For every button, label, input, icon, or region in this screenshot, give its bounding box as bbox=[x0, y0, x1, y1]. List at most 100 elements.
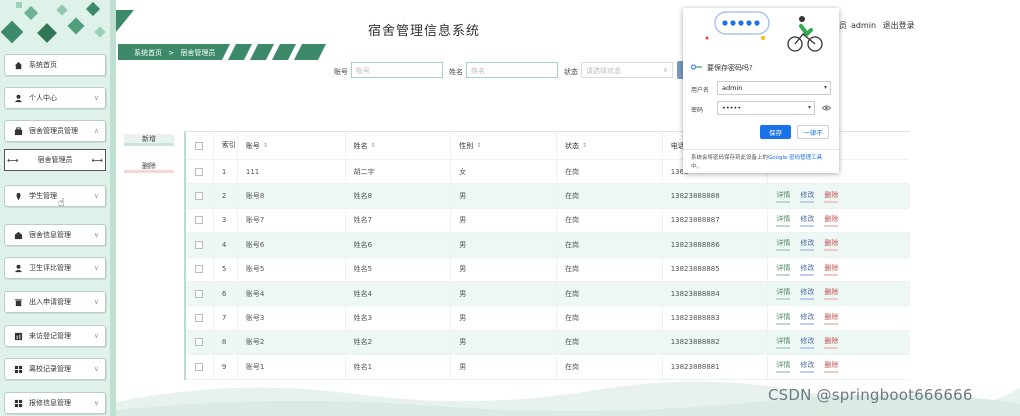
password-illustration bbox=[683, 8, 839, 54]
view-button[interactable]: 详情 bbox=[776, 238, 791, 252]
sidebar-item-home[interactable]: 系统首页 bbox=[4, 54, 106, 76]
logout-link[interactable]: 退出登录 bbox=[883, 21, 915, 30]
cell-phone: 13823888888 bbox=[663, 184, 769, 208]
sidebar-item-students[interactable]: 学生管理 ∨ bbox=[4, 185, 106, 207]
edit-button[interactable]: 修改 bbox=[800, 287, 815, 301]
edit-button[interactable]: 修改 bbox=[800, 214, 815, 227]
eye-icon[interactable] bbox=[821, 104, 832, 113]
popup-password-value: ••••• bbox=[722, 104, 742, 112]
briefcase-icon bbox=[13, 126, 23, 136]
cell-sex: 男 bbox=[451, 257, 557, 281]
cell-status: 在岗 bbox=[557, 281, 663, 306]
delete-row-button[interactable]: 删除 bbox=[824, 263, 839, 276]
sidebar-item-dorm-info[interactable]: 宿舍信息管理 ∨ bbox=[4, 224, 106, 246]
google-password-manager-link[interactable]: Google 密码管理工具 bbox=[768, 155, 822, 161]
view-button[interactable]: 详情 bbox=[776, 287, 791, 301]
sidebar-item-hygiene[interactable]: 卫生评比管理 ∨ bbox=[4, 257, 106, 279]
cell-name: 姓名5 bbox=[346, 257, 452, 281]
cell-status: 在岗 bbox=[557, 330, 663, 355]
select-all-checkbox[interactable] bbox=[186, 132, 214, 159]
search-account-input[interactable]: 账号 bbox=[351, 62, 443, 78]
cell-status: 在岗 bbox=[557, 184, 663, 208]
popup-password-label: 密码 bbox=[691, 107, 704, 114]
add-button[interactable]: 新增 bbox=[124, 134, 174, 146]
sidebar-item-label: 离校记录管理 bbox=[29, 365, 71, 373]
sidebar-subitem-dorm-admin[interactable]: ⟷ 宿舍管理员 ⟷ bbox=[4, 149, 106, 171]
edit-button[interactable]: 修改 bbox=[800, 238, 815, 252]
cell-status: 在岗 bbox=[557, 257, 663, 281]
sidebar-item-access-request[interactable]: 出入申请管理 ∨ bbox=[4, 291, 106, 313]
popup-username-field[interactable]: admin ▾ bbox=[717, 81, 831, 95]
search-name-input[interactable]: 姓名 bbox=[466, 62, 558, 78]
row-checkbox[interactable] bbox=[186, 208, 214, 233]
cell-ops: 详情 修改 删除 bbox=[768, 233, 910, 256]
popup-never-button[interactable]: 一律不 bbox=[797, 125, 829, 139]
cell-sex: 男 bbox=[451, 184, 557, 208]
header-sex-label: 性别 bbox=[459, 141, 474, 150]
delete-row-button[interactable]: 删除 bbox=[824, 214, 839, 227]
sidebar-item-visitor[interactable]: 来访登记管理 ∨ bbox=[4, 325, 106, 347]
header-corner-decoration bbox=[116, 10, 134, 32]
row-checkbox[interactable] bbox=[186, 306, 214, 330]
header-index-label: 索引 bbox=[221, 141, 236, 149]
row-checkbox[interactable] bbox=[186, 233, 214, 257]
header-name[interactable]: 姓名 ⇕ bbox=[346, 132, 452, 159]
delete-row-button[interactable]: 删除 bbox=[824, 312, 839, 325]
row-checkbox[interactable] bbox=[186, 330, 214, 355]
sidebar-item-repair[interactable]: 报修信息管理 ∨ bbox=[4, 392, 106, 414]
cell-phone: 13823888885 bbox=[663, 257, 769, 281]
home-icon bbox=[13, 60, 23, 70]
sidebar-item-label: 宿舍信息管理 bbox=[29, 231, 71, 239]
cell-phone: 13823888887 bbox=[663, 208, 769, 233]
popup-save-button[interactable]: 保存 bbox=[760, 125, 791, 139]
delete-row-button[interactable]: 删除 bbox=[824, 336, 839, 349]
view-button[interactable]: 详情 bbox=[776, 336, 791, 349]
sidebar-item-profile[interactable]: 个人中心 ∨ bbox=[4, 87, 106, 109]
cell-index: 3 bbox=[214, 208, 238, 233]
view-button[interactable]: 详情 bbox=[776, 190, 791, 203]
view-button[interactable]: 详情 bbox=[776, 214, 791, 227]
delete-button[interactable]: 删除 bbox=[124, 161, 174, 173]
cell-index: 4 bbox=[214, 233, 238, 257]
popup-title: 要保存密码吗? bbox=[690, 63, 753, 73]
breadcrumb-home[interactable]: 系统首页 bbox=[134, 49, 162, 57]
header-status[interactable]: 状态 ⇕ bbox=[557, 132, 663, 159]
search-status-select[interactable]: 请选择状态 ∨ bbox=[581, 62, 673, 78]
arrow-left-icon: ⟷ bbox=[7, 156, 19, 165]
cell-sex: 男 bbox=[451, 330, 557, 355]
edit-button[interactable]: 修改 bbox=[800, 190, 815, 203]
delete-row-button[interactable]: 删除 bbox=[824, 190, 839, 203]
edit-button[interactable]: 修改 bbox=[800, 336, 815, 349]
cell-index: 7 bbox=[214, 306, 238, 330]
view-button[interactable]: 详情 bbox=[776, 312, 791, 325]
chevron-down-icon: ∨ bbox=[93, 192, 99, 200]
row-checkbox[interactable] bbox=[186, 281, 214, 306]
header-sex[interactable]: 性别 ⇕ bbox=[451, 132, 557, 159]
cell-ops: 详情 修改 删除 bbox=[768, 282, 910, 305]
view-button[interactable]: 详情 bbox=[776, 263, 791, 276]
cell-account: 111 bbox=[238, 160, 346, 184]
row-checkbox[interactable] bbox=[186, 184, 214, 208]
cell-index: 6 bbox=[214, 281, 238, 306]
sidebar-item-dorm-admin-manage[interactable]: 宿舍管理员管理 ∧ bbox=[4, 120, 106, 142]
popup-password-field[interactable]: ••••• ▾ bbox=[717, 101, 815, 115]
sidebar-item-label: 报修信息管理 bbox=[29, 399, 71, 407]
sidebar-item-leave-school[interactable]: 离校记录管理 ∨ bbox=[4, 358, 106, 380]
sidebar-scroll-strip bbox=[110, 0, 116, 416]
table-row: 7 账号3 姓名3 男在岗 13823888883 详情 修改 删除 bbox=[186, 306, 910, 331]
cell-phone: 13823888886 bbox=[663, 233, 769, 257]
chevron-down-icon: ∨ bbox=[93, 399, 99, 407]
row-checkbox[interactable] bbox=[186, 160, 214, 184]
cell-phone: 13823888882 bbox=[663, 330, 769, 355]
edit-button[interactable]: 修改 bbox=[800, 263, 815, 276]
row-checkbox[interactable] bbox=[186, 257, 214, 281]
edit-button[interactable]: 修改 bbox=[800, 312, 815, 325]
user-icon bbox=[13, 263, 23, 273]
delete-row-button[interactable]: 删除 bbox=[824, 287, 839, 301]
user-icon bbox=[13, 93, 23, 103]
cell-phone: 13823888884 bbox=[663, 281, 769, 306]
header-account[interactable]: 账号 ⇕ bbox=[238, 132, 346, 159]
popup-footer-text: 系统会将密码保存到此设备上的 bbox=[691, 155, 769, 161]
breadcrumb-current: 宿舍管理员 bbox=[180, 49, 216, 57]
delete-row-button[interactable]: 删除 bbox=[824, 238, 839, 252]
